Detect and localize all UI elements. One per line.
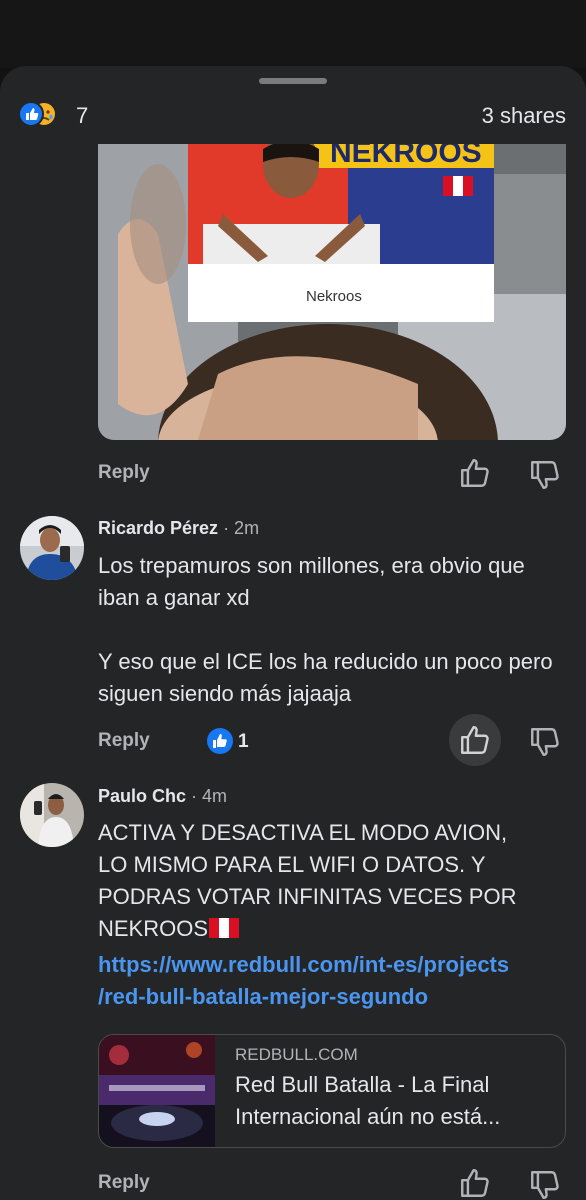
comment-photo[interactable]: NEKROOS Nekroos [98,144,566,440]
background-app [0,0,586,68]
avatar[interactable] [20,516,84,580]
photo-banner-text: NEKROOS [330,144,482,169]
dislike-button[interactable] [528,1168,562,1200]
thumbs-up-icon [461,726,489,754]
reaction-count[interactable]: 7 [76,103,88,129]
reactions-summary[interactable] [18,100,74,128]
comment-text: Los trepamuros son millones, era obvio q… [98,553,525,610]
comment-author[interactable]: Paulo Chc · 4m [98,786,227,807]
thumbs-down-icon [531,461,559,489]
like-count: 1 [238,731,249,752]
link-preview-card[interactable]: REDBULL.COM Red Bull Batalla - La Final … [98,1034,566,1148]
comment-text: Y eso que el ICE los ha reducido un poco… [98,649,553,706]
like-button[interactable] [458,1166,492,1200]
link-preview-image [99,1035,215,1147]
photo-caption: Nekroos [306,288,362,305]
avatar[interactable] [20,783,84,847]
dislike-button[interactable] [528,725,562,759]
thumbs-down-icon [531,728,559,756]
shares-count[interactable]: 3 shares [482,103,566,129]
thumbs-up-icon [461,1169,489,1197]
comment-time: · 2m [218,518,260,538]
peru-flag-icon [209,918,240,938]
thumbs-down-icon [531,1171,559,1199]
reply-button[interactable]: Reply [98,462,150,484]
thumbs-up-icon [461,459,489,487]
sheet-drag-handle[interactable] [259,78,327,84]
like-reaction-icon [206,727,234,755]
comment-time: · 4m [186,786,228,806]
link-preview-domain: REDBULL.COM [235,1045,358,1064]
like-button[interactable] [458,723,492,757]
comment-author[interactable]: Ricardo Pérez · 2m [98,518,259,539]
comment-link[interactable]: /red-bull-batalla-mejor-segundo [98,981,568,1013]
like-icon [18,101,57,127]
dislike-button[interactable] [528,458,562,492]
comment-link[interactable]: https://www.redbull.com/int-es/projects [98,949,568,981]
reply-button[interactable]: Reply [98,730,150,752]
like-button[interactable] [458,456,492,490]
comment-text: ACTIVA Y DESACTIVA EL MODO AVION, LO MIS… [98,820,517,941]
reply-button[interactable]: Reply [98,1172,150,1194]
link-preview-title: Red Bull Batalla - La Final Internaciona… [235,1072,501,1129]
